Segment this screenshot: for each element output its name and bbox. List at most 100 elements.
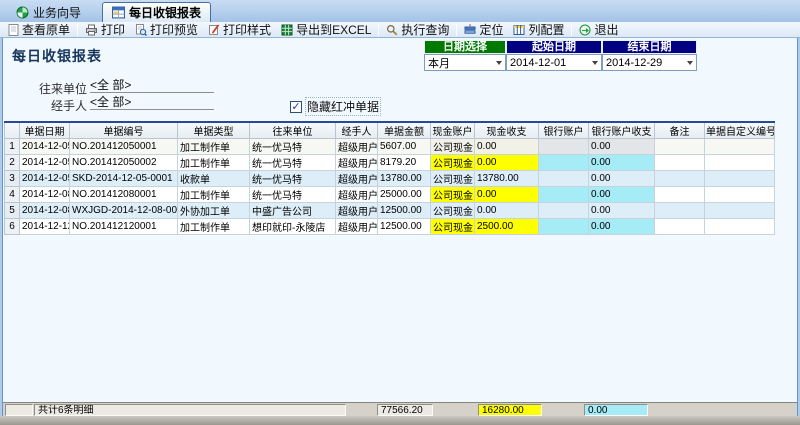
table-cell[interactable]: 加工制作单 — [178, 155, 250, 171]
table-cell[interactable]: 统一优马特 — [250, 155, 336, 171]
table-cell[interactable] — [539, 203, 589, 219]
table-cell[interactable]: 加工制作单 — [178, 187, 250, 203]
tab-business-wizard[interactable]: 业务向导 — [10, 4, 87, 21]
table-cell[interactable]: SKD-2014-12-05-0001 — [70, 171, 178, 187]
start-date-combo[interactable]: 2014-12-01 — [506, 54, 602, 71]
col-header-memo[interactable]: 备注 — [655, 122, 705, 139]
row-number-cell[interactable]: 3 — [5, 171, 20, 187]
locate-button[interactable]: 定位 — [459, 22, 508, 37]
row-number-cell[interactable]: 5 — [5, 203, 20, 219]
table-cell[interactable]: 加工制作单 — [178, 139, 250, 155]
table-cell[interactable]: 2014-12-05 — [20, 139, 70, 155]
row-number-cell[interactable]: 6 — [5, 219, 20, 235]
table-cell[interactable]: 公司现金 — [431, 219, 475, 235]
table-cell[interactable]: 0.00 — [589, 139, 655, 155]
table-cell[interactable] — [705, 219, 775, 235]
table-cell[interactable] — [705, 139, 775, 155]
table-cell[interactable]: 2014-12-08 — [20, 187, 70, 203]
table-cell[interactable]: NO.201412080001 — [70, 187, 178, 203]
table-cell[interactable]: 统一优马特 — [250, 139, 336, 155]
table-cell[interactable]: 12500.00 — [378, 219, 431, 235]
table-cell[interactable]: 公司现金 — [431, 187, 475, 203]
table-cell[interactable]: 2014-12-12 — [20, 219, 70, 235]
table-cell[interactable] — [705, 203, 775, 219]
table-cell[interactable]: 统一优马特 — [250, 171, 336, 187]
col-header-bank-account[interactable]: 银行账户 — [539, 122, 589, 139]
table-cell[interactable]: 0.00 — [589, 171, 655, 187]
end-date-combo[interactable]: 2014-12-29 — [602, 54, 697, 71]
row-number-cell[interactable]: 4 — [5, 187, 20, 203]
table-cell[interactable]: 公司现金 — [431, 171, 475, 187]
table-cell[interactable] — [539, 219, 589, 235]
column-config-button[interactable]: 列配置 — [508, 22, 569, 37]
table-cell[interactable]: 13780.00 — [378, 171, 431, 187]
col-header-doc-date[interactable]: 单据日期 — [20, 122, 70, 139]
table-cell[interactable] — [655, 139, 705, 155]
col-header-cash-account[interactable]: 现金账户 — [431, 122, 475, 139]
table-cell[interactable] — [539, 171, 589, 187]
table-row[interactable]: 62014-12-12NO.201412120001加工制作单想印就印-永陵店超… — [5, 219, 775, 235]
handler-field[interactable]: <全 部> — [90, 95, 214, 110]
partner-field[interactable]: <全 部> — [90, 78, 214, 93]
table-cell[interactable]: 8179.20 — [378, 155, 431, 171]
table-cell[interactable] — [655, 203, 705, 219]
table-cell[interactable]: 0.00 — [475, 187, 539, 203]
table-row[interactable]: 42014-12-08NO.201412080001加工制作单统一优马特超级用户… — [5, 187, 775, 203]
row-number-cell[interactable]: 1 — [5, 139, 20, 155]
table-cell[interactable]: 2014-12-05 — [20, 171, 70, 187]
table-cell[interactable]: 超级用户 — [336, 219, 378, 235]
table-row[interactable]: 22014-12-05NO.201412050002加工制作单统一优马特超级用户… — [5, 155, 775, 171]
view-original-doc-button[interactable]: 查看原单 — [3, 22, 75, 37]
table-cell[interactable]: NO.201412050002 — [70, 155, 178, 171]
table-cell[interactable]: 超级用户 — [336, 187, 378, 203]
print-button[interactable]: 打印 — [80, 22, 130, 37]
table-cell[interactable]: 12500.00 — [378, 203, 431, 219]
col-header-custom-number[interactable]: 单据自定义编号 — [705, 122, 775, 139]
col-header-handler[interactable]: 经手人 — [336, 122, 378, 139]
col-header-bank-flow[interactable]: 银行账户收支 — [589, 122, 655, 139]
table-cell[interactable]: NO.201412050001 — [70, 139, 178, 155]
table-cell[interactable] — [655, 187, 705, 203]
col-header-amount[interactable]: 单据金额 — [378, 122, 431, 139]
table-cell[interactable]: 超级用户 — [336, 171, 378, 187]
date-select-combo[interactable]: 本月 — [424, 54, 506, 71]
table-cell[interactable]: WXJGD-2014-12-08-0002 — [70, 203, 178, 219]
col-header-cash-flow[interactable]: 现金收支 — [475, 122, 539, 139]
table-cell[interactable]: 0.00 — [475, 155, 539, 171]
table-cell[interactable]: 超级用户 — [336, 139, 378, 155]
exit-button[interactable]: 退出 — [574, 22, 623, 37]
table-cell[interactable]: 收款单 — [178, 171, 250, 187]
table-cell[interactable] — [539, 155, 589, 171]
row-number-cell[interactable]: 2 — [5, 155, 20, 171]
hide-reversal-checkbox[interactable]: ✓ — [290, 101, 302, 113]
print-style-button[interactable]: 打印样式 — [203, 22, 276, 37]
col-header-partner[interactable]: 往来单位 — [250, 122, 336, 139]
table-cell[interactable]: 2500.00 — [475, 219, 539, 235]
table-cell[interactable]: 0.00 — [475, 139, 539, 155]
table-cell[interactable] — [705, 155, 775, 171]
print-preview-button[interactable]: 打印预览 — [130, 22, 203, 37]
table-cell[interactable]: 超级用户 — [336, 203, 378, 219]
table-cell[interactable] — [539, 139, 589, 155]
table-cell[interactable]: 13780.00 — [475, 171, 539, 187]
table-cell[interactable] — [655, 219, 705, 235]
run-query-button[interactable]: 执行查询 — [381, 22, 454, 37]
table-cell[interactable] — [705, 171, 775, 187]
table-cell[interactable]: 加工制作单 — [178, 219, 250, 235]
export-excel-button[interactable]: 导出到EXCEL — [276, 22, 376, 37]
table-row[interactable]: 52014-12-08WXJGD-2014-12-08-0002外协加工单中盛广… — [5, 203, 775, 219]
table-cell[interactable] — [655, 155, 705, 171]
table-cell[interactable]: 0.00 — [475, 203, 539, 219]
table-cell[interactable]: 公司现金 — [431, 203, 475, 219]
table-cell[interactable]: 5607.00 — [378, 139, 431, 155]
table-cell[interactable]: 0.00 — [589, 203, 655, 219]
col-header-doc-type[interactable]: 单据类型 — [178, 122, 250, 139]
table-cell[interactable] — [655, 171, 705, 187]
table-cell[interactable]: 0.00 — [589, 155, 655, 171]
tab-daily-cash-report[interactable]: 每日收银报表 — [102, 2, 211, 22]
table-row[interactable]: 32014-12-05SKD-2014-12-05-0001收款单统一优马特超级… — [5, 171, 775, 187]
table-cell[interactable]: 想印就印-永陵店 — [250, 219, 336, 235]
table-cell[interactable]: 0.00 — [589, 187, 655, 203]
table-cell[interactable]: 统一优马特 — [250, 187, 336, 203]
table-cell[interactable]: 公司现金 — [431, 155, 475, 171]
